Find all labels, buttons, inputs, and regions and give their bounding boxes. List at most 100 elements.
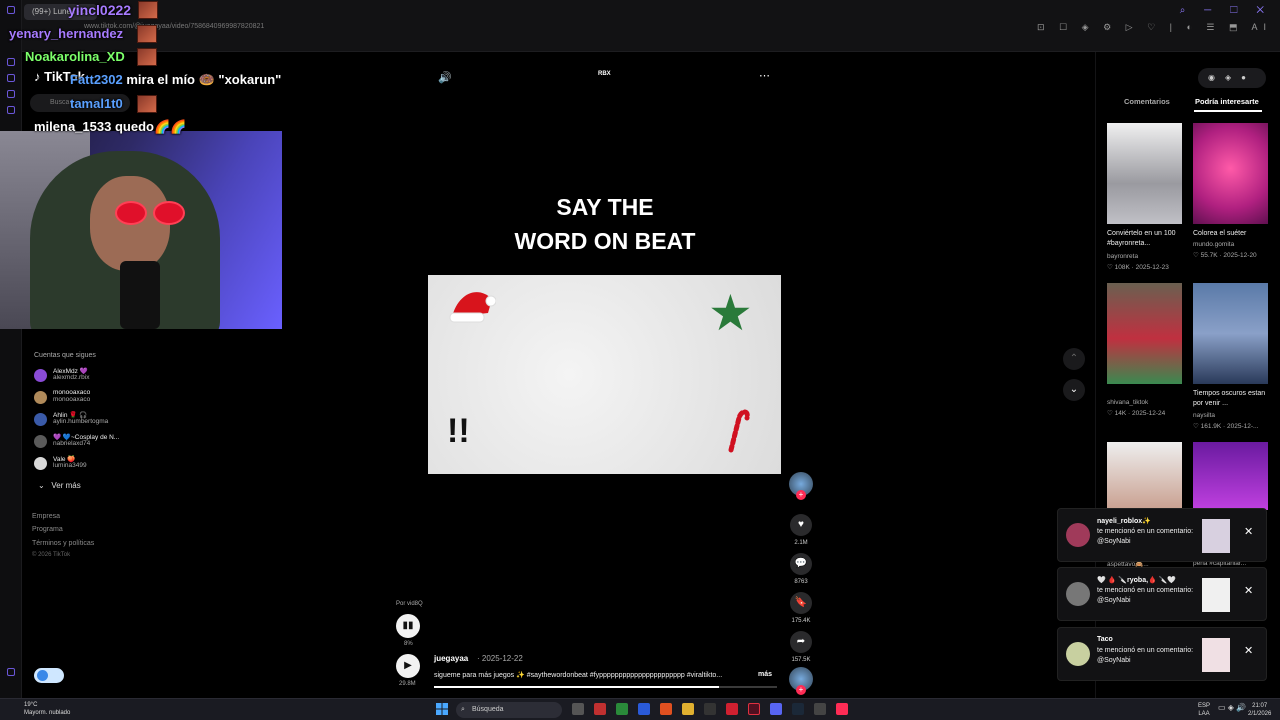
heart-glasses [115, 201, 187, 225]
stats-button[interactable]: ▮▮ [396, 614, 420, 638]
folder-icon[interactable] [682, 703, 694, 715]
chat-username: milena_1533 [34, 119, 112, 134]
sidebar-settings-icon[interactable] [7, 668, 15, 676]
windows-start-icon[interactable] [436, 703, 448, 715]
notification-toast[interactable]: nayeli_roblox✨ te mencionó en un comentar… [1057, 508, 1267, 562]
video-card-author[interactable]: shivana_tiktok [1107, 399, 1148, 406]
weather-temp: 19°C [24, 702, 38, 708]
close-icon[interactable]: ✕ [1244, 525, 1253, 538]
app-icon[interactable] [616, 703, 628, 715]
app-icon[interactable] [726, 703, 738, 715]
brave-icon[interactable] [660, 703, 672, 715]
comment-button[interactable]: 💬 8763 [790, 553, 812, 585]
avatar [34, 413, 47, 426]
likes: 161.9K [1200, 423, 1222, 430]
footer-link-terminos[interactable]: Términos y políticas [32, 540, 94, 547]
opera-icon[interactable] [748, 703, 760, 715]
sidebar-app-icon[interactable] [7, 58, 15, 66]
date: 2025-12-... [1227, 423, 1259, 430]
browser-sidebar [0, 0, 22, 698]
notification-thumbnail [1202, 638, 1230, 672]
likes: 14K [1114, 410, 1127, 417]
tab-interest[interactable]: Podría interesarte [1195, 97, 1259, 106]
app-icon[interactable] [594, 703, 606, 715]
vscode-icon[interactable] [638, 703, 650, 715]
sidebar-app-icon[interactable] [7, 6, 15, 14]
next-video-button[interactable]: ⌄ [1063, 379, 1085, 401]
tray-icons[interactable]: ▭ ◈ 🔊 [1218, 704, 1246, 712]
chat-emote [137, 48, 157, 66]
notification-message: te mencionó en un comentario: @SoyNabi [1097, 528, 1194, 545]
footer-link-empresa[interactable]: Empresa [32, 513, 60, 520]
play-button[interactable]: ▶ [396, 654, 420, 678]
extension-icons[interactable]: ⊡ ☐ ◈ ⚙ ▷ ♡ | ◐ ☰ ⬒ AI [1037, 22, 1272, 33]
windows-taskbar: 19°C Mayorm. nublado ⌕ Búsqueda ESP LAA ▭… [0, 698, 1280, 720]
footer-link-programa[interactable]: Programa [32, 526, 63, 533]
volume-icon[interactable]: 🔊 [438, 71, 452, 84]
close-icon[interactable]: ✕ [1244, 584, 1253, 597]
comment-icon: 💬 [790, 553, 812, 575]
theme-toggle[interactable] [34, 668, 64, 683]
more-options-icon[interactable]: ⋯ [759, 69, 770, 82]
video-card-author[interactable]: naysilta [1193, 412, 1215, 419]
video-card-author[interactable]: mundo.gomita [1193, 241, 1234, 248]
video-thumbnail[interactable] [1193, 283, 1268, 384]
notification-toast[interactable]: 🤍 🩸 🔪ryoba,🩸 🔪🤍 te mencionó en un comenta… [1057, 567, 1267, 621]
language-indicator[interactable]: ESP LAA [1198, 702, 1210, 718]
video-progress-bar[interactable] [434, 686, 777, 688]
taskbar-search[interactable]: ⌕ Búsqueda [456, 702, 562, 718]
video-thumbnail[interactable] [1107, 283, 1182, 384]
progress-fill [434, 686, 719, 688]
weather-desc: Mayorm. nublado [24, 710, 71, 716]
mini-percent: 8% [404, 641, 413, 647]
video-card-title[interactable]: Colorea el suéter [1193, 229, 1271, 239]
share-button[interactable]: ➦ 157.5K [790, 631, 812, 663]
video-card-title[interactable]: Conviértelo en un 100 #bayronreta... [1107, 229, 1185, 249]
candy-cane-icon [728, 409, 750, 453]
window-controls[interactable]: ⌕ ─ ☐ ✕ [1180, 5, 1272, 16]
discord-icon[interactable] [770, 703, 782, 715]
sidebar-app-icon[interactable] [7, 90, 15, 98]
like-button[interactable]: ♥ 2.1M [790, 514, 812, 546]
panel-toolbar[interactable]: ◉◈● [1198, 68, 1266, 88]
app-icon[interactable] [814, 703, 826, 715]
save-count: 175.4K [791, 618, 811, 624]
save-button[interactable]: 🔖 175.4K [790, 592, 812, 624]
sound-disc-icon[interactable] [789, 667, 813, 695]
account-handle: nabrielaxd74 [53, 440, 91, 447]
bar-chart-icon: ▮▮ [402, 620, 414, 631]
video-thumbnail[interactable] [1107, 123, 1182, 224]
browser-toolbar: (99+) Lunes - ... ⌕ ─ ☐ ✕ www.tiktok.com… [0, 0, 1280, 52]
video-card-author[interactable]: bayronreta [1107, 253, 1138, 260]
clock[interactable]: 21:07 2/1/2026 [1248, 702, 1271, 718]
steam-icon[interactable] [792, 703, 804, 715]
creator-avatar[interactable] [789, 472, 813, 500]
sidebar-app-icon[interactable] [7, 74, 15, 82]
avatar [1066, 642, 1090, 666]
webcam-overlay [0, 131, 282, 329]
previous-video-button[interactable]: ⌃ [1063, 348, 1085, 370]
comment-count: 8763 [794, 579, 808, 585]
date: 2025-12-24 [1132, 410, 1166, 417]
account-handle: aylin.humbertogma [53, 418, 109, 425]
taskview-icon[interactable] [572, 703, 584, 715]
santa-hat-icon [449, 292, 496, 323]
close-icon[interactable]: ✕ [1244, 644, 1253, 657]
more-caption-link[interactable]: más [758, 671, 772, 678]
weather-widget[interactable]: 19°C Mayorm. nublado [24, 701, 70, 717]
app-icon[interactable] [704, 703, 716, 715]
video-card-title[interactable]: Tiempos oscuros estan por venir ... [1193, 389, 1271, 409]
account-name: monooaxaco [53, 389, 91, 396]
video-author[interactable]: juegayaa [434, 654, 468, 663]
tab-comments[interactable]: Comentarios [1124, 97, 1170, 106]
tiktok-app-icon[interactable] [836, 703, 848, 715]
sidebar-app-icon[interactable] [7, 106, 15, 114]
video-thumbnail[interactable] [1193, 442, 1268, 510]
time: 21:07 [1252, 703, 1268, 709]
account-handle: monooaxaco [53, 396, 91, 403]
video-card-stats: ♡ 161.9K · 2025-12-... [1193, 423, 1259, 430]
notification-toast[interactable]: Taco te mencionó en un comentario: @SoyNa… [1057, 627, 1267, 681]
see-more-link[interactable]: ⌄ Ver más [38, 481, 81, 490]
video-thumbnail[interactable] [1193, 123, 1268, 224]
video-thumbnail[interactable] [1107, 442, 1182, 510]
